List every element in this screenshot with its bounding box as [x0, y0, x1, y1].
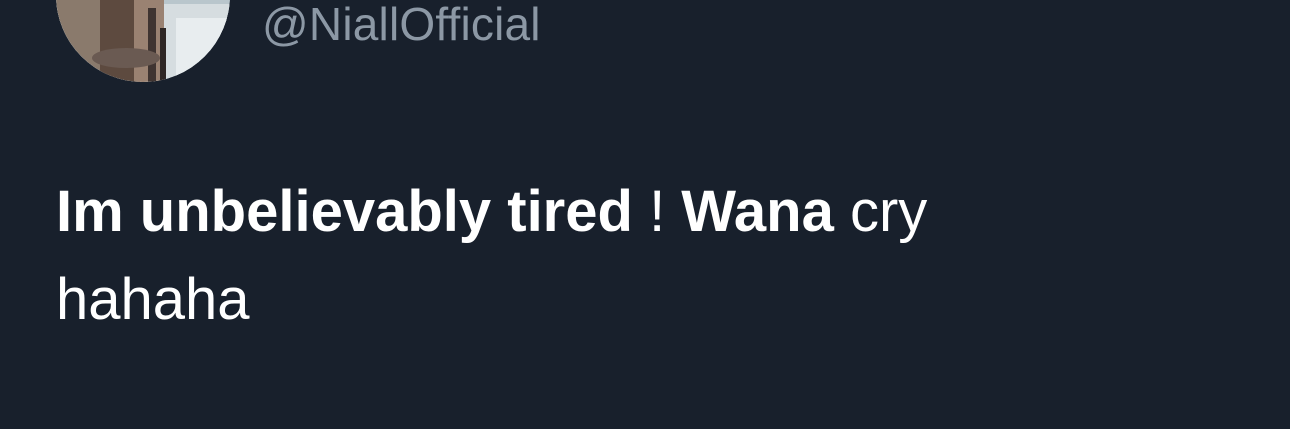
avatar[interactable]: [56, 0, 230, 82]
tweet-line-2: hahaha: [56, 256, 1236, 344]
tweet-text: Im unbelievably tired ! Wana cry hahaha: [56, 168, 1236, 344]
tweet-text-segment: Wana: [681, 179, 834, 244]
tweet-text-segment: hahaha: [56, 267, 250, 332]
tweet-line-1: Im unbelievably tired ! Wana cry: [56, 168, 1236, 256]
tweet-text-segment: cry: [833, 179, 928, 244]
tweet[interactable]: @NiallOfficial Im unbelievably tired ! W…: [0, 0, 1290, 429]
avatar-photo: [56, 0, 230, 82]
tweet-text-segment: Im unbelievably tired: [56, 179, 633, 244]
user-handle[interactable]: @NiallOfficial: [262, 0, 541, 52]
tweet-text-segment: !: [632, 179, 682, 244]
